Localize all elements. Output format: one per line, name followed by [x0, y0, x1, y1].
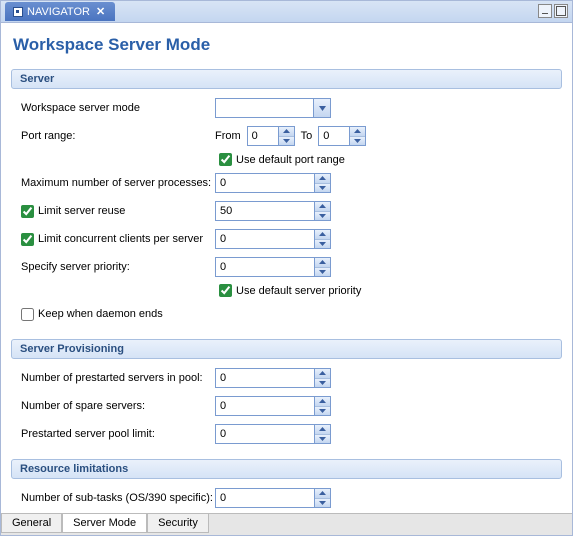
max-processes-value[interactable]: 0 — [216, 174, 314, 192]
limit-clients-label: Limit concurrent clients per server — [38, 233, 203, 245]
workspace-mode-dropdown[interactable] — [215, 98, 331, 118]
keep-daemon-checkbox[interactable] — [21, 308, 34, 321]
section-server: Server Workspace server mode Port range:… — [11, 69, 562, 333]
priority-value[interactable]: 0 — [216, 258, 314, 276]
close-tab-icon[interactable]: ✕ — [94, 5, 107, 18]
section-resource: Resource limitations Number of sub-tasks… — [11, 459, 562, 513]
limit-clients-value[interactable]: 0 — [216, 230, 314, 248]
spinner-down-icon[interactable] — [315, 268, 330, 277]
navigator-tab-icon — [13, 7, 23, 17]
pool-limit-spinner[interactable]: 0 — [215, 424, 331, 444]
spinner-down-icon[interactable] — [315, 379, 330, 388]
limit-clients-spinner[interactable]: 0 — [215, 229, 331, 249]
spinner-down-icon[interactable] — [315, 212, 330, 221]
chevron-down-icon[interactable] — [313, 99, 330, 117]
spare-spinner[interactable]: 0 — [215, 396, 331, 416]
limit-reuse-checkbox[interactable] — [21, 205, 34, 218]
port-from-value[interactable]: 0 — [248, 127, 278, 145]
page-title: Workspace Server Mode — [13, 35, 560, 55]
subtasks-value[interactable]: 0 — [216, 489, 314, 507]
navigator-tab-label: NAVIGATOR — [27, 6, 90, 18]
port-from-label: From — [215, 130, 241, 142]
maximize-button[interactable] — [554, 4, 568, 18]
prestarted-label: Number of prestarted servers in pool: — [17, 372, 215, 384]
spare-value[interactable]: 0 — [216, 397, 314, 415]
limit-clients-checkbox[interactable] — [21, 233, 34, 246]
spinner-up-icon[interactable] — [315, 489, 330, 499]
pool-limit-value[interactable]: 0 — [216, 425, 314, 443]
section-header-server: Server — [11, 69, 562, 89]
prestarted-spinner[interactable]: 0 — [215, 368, 331, 388]
spinner-up-icon[interactable] — [315, 174, 330, 184]
window-controls — [538, 4, 568, 18]
limit-reuse-label: Limit server reuse — [38, 205, 125, 217]
spinner-down-icon[interactable] — [315, 407, 330, 416]
tab-security[interactable]: Security — [147, 514, 209, 533]
port-range-label: Port range: — [17, 130, 215, 142]
spinner-up-icon[interactable] — [315, 258, 330, 268]
bottom-tab-bar: General Server Mode Security — [1, 513, 572, 535]
port-to-label: To — [301, 130, 313, 142]
priority-label: Specify server priority: — [17, 261, 215, 273]
prestarted-value[interactable]: 0 — [216, 369, 314, 387]
spinner-up-icon[interactable] — [315, 230, 330, 240]
max-processes-label: Maximum number of server processes: — [17, 177, 215, 189]
section-header-provisioning: Server Provisioning — [11, 339, 562, 359]
spinner-up-icon[interactable] — [315, 369, 330, 379]
minimize-button[interactable] — [538, 4, 552, 18]
limit-reuse-spinner[interactable]: 50 — [215, 201, 331, 221]
tab-server-mode[interactable]: Server Mode — [62, 514, 147, 533]
spinner-up-icon[interactable] — [315, 202, 330, 212]
navigator-tab[interactable]: NAVIGATOR ✕ — [5, 2, 115, 21]
limit-reuse-value[interactable]: 50 — [216, 202, 314, 220]
workspace-mode-value — [216, 99, 313, 117]
spinner-down-icon[interactable] — [315, 240, 330, 249]
spinner-up-icon[interactable] — [279, 127, 294, 137]
content-pane: Workspace Server Mode Server Workspace s… — [1, 23, 572, 513]
spinner-down-icon[interactable] — [315, 499, 330, 508]
port-to-spinner[interactable]: 0 — [318, 126, 366, 146]
spare-label: Number of spare servers: — [17, 400, 215, 412]
top-tab-bar: NAVIGATOR ✕ — [1, 1, 572, 23]
spinner-up-icon[interactable] — [350, 127, 365, 137]
section-provisioning: Server Provisioning Number of prestarted… — [11, 339, 562, 453]
port-from-spinner[interactable]: 0 — [247, 126, 295, 146]
use-default-priority-label: Use default server priority — [236, 285, 361, 297]
spinner-up-icon[interactable] — [315, 397, 330, 407]
use-default-port-checkbox[interactable] — [219, 153, 232, 166]
spinner-down-icon[interactable] — [315, 435, 330, 444]
spinner-down-icon[interactable] — [279, 137, 294, 146]
tab-general[interactable]: General — [1, 514, 62, 533]
subtasks-label: Number of sub-tasks (OS/390 specific): — [17, 492, 215, 504]
workspace-mode-label: Workspace server mode — [17, 102, 215, 114]
port-to-value[interactable]: 0 — [319, 127, 349, 145]
subtasks-spinner[interactable]: 0 — [215, 488, 331, 508]
priority-spinner[interactable]: 0 — [215, 257, 331, 277]
spinner-down-icon[interactable] — [350, 137, 365, 146]
use-default-port-label: Use default port range — [236, 154, 345, 166]
use-default-priority-checkbox[interactable] — [219, 284, 232, 297]
pool-limit-label: Prestarted server pool limit: — [17, 428, 215, 440]
section-header-resource: Resource limitations — [11, 459, 562, 479]
spinner-up-icon[interactable] — [315, 425, 330, 435]
keep-daemon-label: Keep when daemon ends — [38, 308, 163, 320]
max-processes-spinner[interactable]: 0 — [215, 173, 331, 193]
spinner-down-icon[interactable] — [315, 184, 330, 193]
